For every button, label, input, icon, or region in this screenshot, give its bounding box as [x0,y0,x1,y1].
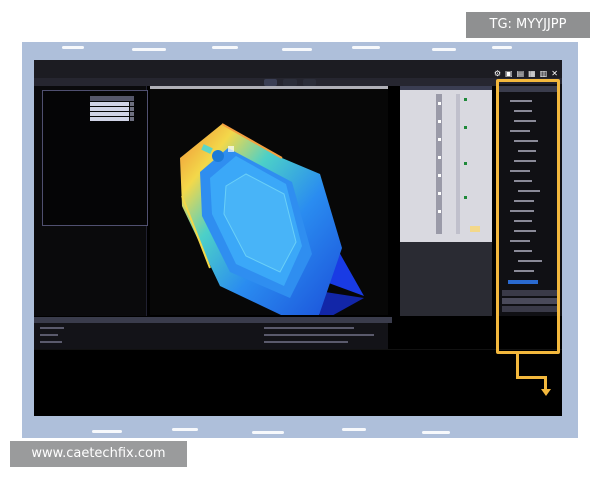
arrow-down-icon [541,389,551,396]
cae-application-screen: ⚙ ▣ ▤ ▦ ▥ ✕ [34,60,562,416]
viewport-tab-strip [150,86,388,89]
lock-icon[interactable]: ▣ [505,70,513,78]
message-log [34,323,388,349]
parameter-panel [400,86,492,242]
watermark-bottom: www.caetechfix.com [10,441,187,467]
tab-analysis[interactable] [283,79,297,86]
phone-frame-model [180,123,364,324]
left-pane [34,86,148,316]
app-titlebar [34,60,562,78]
3d-viewport[interactable] [150,86,388,324]
edit-icon[interactable] [130,112,134,116]
grid-icon[interactable]: ▦ [528,70,536,78]
save-icon[interactable]: ▤ [517,70,525,78]
tab-results[interactable] [302,79,316,86]
edit-icon[interactable] [130,117,134,121]
watermark-top: TG: MYYJJPP [466,12,590,38]
edit-icon[interactable] [130,102,134,106]
highlight-box [496,79,560,354]
property-table [90,96,134,121]
arrow-line [516,354,519,376]
document-tabs [264,79,316,86]
folder-icon[interactable]: ▥ [540,70,548,78]
parameter-panel-footer [400,242,492,316]
gear-icon[interactable]: ⚙ [494,70,501,78]
close-icon[interactable]: ✕ [551,70,558,78]
arrow-line [516,376,546,379]
arrow-line [544,376,547,390]
edit-icon[interactable] [130,107,134,111]
toolbar-icons: ⚙ ▣ ▤ ▦ ▥ ✕ [494,70,558,78]
tab-model[interactable] [264,79,278,86]
